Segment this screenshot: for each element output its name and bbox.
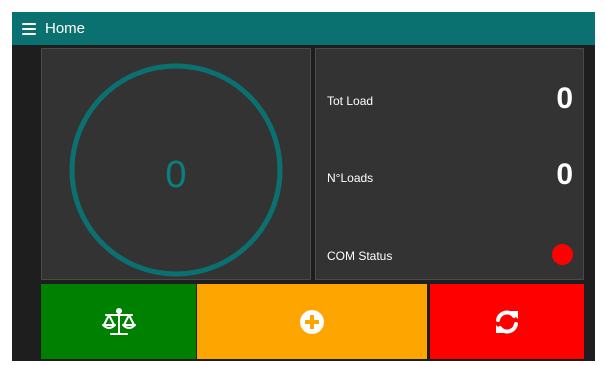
tot-load-label: Tot Load: [327, 94, 374, 108]
reset-button[interactable]: [430, 284, 584, 359]
gauge-value: 0: [165, 154, 186, 196]
n-loads-value: 0: [556, 158, 573, 191]
plus-circle-icon: [300, 309, 324, 334]
n-loads-label: N°Loads: [327, 171, 374, 185]
refresh-icon: [496, 310, 518, 333]
gauge: 0: [69, 63, 283, 277]
scale-button[interactable]: [41, 284, 196, 359]
add-load-button[interactable]: [197, 284, 427, 359]
page-title: Home: [45, 20, 86, 37]
com-status-indicator: [552, 244, 573, 265]
com-status-label: COM Status: [327, 249, 393, 263]
title-bar: Home: [12, 12, 595, 45]
stats-panel: Tot Load 0 N°Loads 0 COM Status: [315, 48, 584, 280]
menu-icon[interactable]: [22, 22, 36, 35]
app-window: Home 0 Tot Load 0 N°Loads 0 COM Status: [12, 12, 595, 361]
tot-load-value: 0: [556, 82, 573, 115]
balance-scale-icon: [101, 307, 136, 335]
gauge-panel: 0: [41, 48, 311, 280]
